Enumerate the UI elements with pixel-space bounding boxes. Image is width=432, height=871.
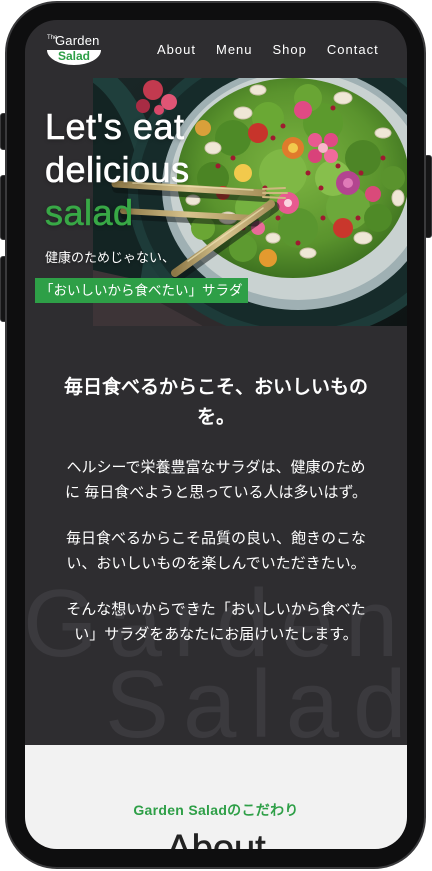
about-eyebrow: Garden Saladのこだわり: [133, 802, 299, 818]
nav-link-shop[interactable]: Shop: [273, 42, 307, 58]
hero-title-line-1: Let's eat: [45, 106, 185, 148]
nav-link-contact[interactable]: Contact: [327, 42, 379, 58]
phone-frame: The Garden Salad About Menu Shop Contact: [5, 1, 426, 869]
background-text-salad: Salad: [105, 651, 407, 746]
logo-wordmark-bottom: Salad: [57, 49, 90, 63]
nav-link-about[interactable]: About: [157, 42, 196, 58]
logo-wordmark-top: Garden: [55, 33, 100, 48]
hero-subtext: 健康のためじゃない、: [45, 250, 176, 265]
hero-title-line-2: delicious: [45, 149, 190, 191]
intro-paragraph-1: ヘルシーで栄養豊富なサラダは、健康のために 毎日食べようと思っている人は多いはず…: [65, 459, 367, 501]
intro-body: ヘルシーで栄養豊富なサラダは、健康のために 毎日食べようと思っている人は多いはず…: [62, 455, 370, 668]
about-section: Garden Saladのこだわり About: [25, 745, 407, 849]
intro-paragraph-3: そんな想いからできた「おいしいから食べたい」サラダをあなたにお届けいたします。: [66, 601, 366, 643]
intro-section: Garden Salad 毎日食べるからこそ、おいしいものを。 ヘルシーで栄養豊…: [25, 326, 407, 745]
hero-label-badge: 「おいしいから食べたい」サラダ: [35, 278, 248, 303]
phone-screen: The Garden Salad About Menu Shop Contact: [25, 20, 407, 849]
intro-heading: 毎日食べるからこそ、おいしいものを。: [63, 377, 368, 428]
about-title: About: [166, 828, 266, 849]
hero-title: Let's eat delicious salad: [45, 105, 190, 234]
hero-section: Let's eat delicious salad 健康のためじゃない、 「おい…: [25, 78, 407, 326]
nav-link-menu[interactable]: Menu: [216, 42, 253, 58]
main-nav: About Menu Shop Contact: [157, 42, 379, 58]
intro-paragraph-2: 毎日食べるからこそ品質の良い、飽きのこない、おいしいものを楽しんでいただきたい。: [65, 530, 366, 572]
site-logo[interactable]: The Garden Salad: [47, 33, 103, 66]
hero-title-line-3: salad: [45, 192, 134, 234]
logo-bowl-shape: Salad: [47, 50, 101, 65]
